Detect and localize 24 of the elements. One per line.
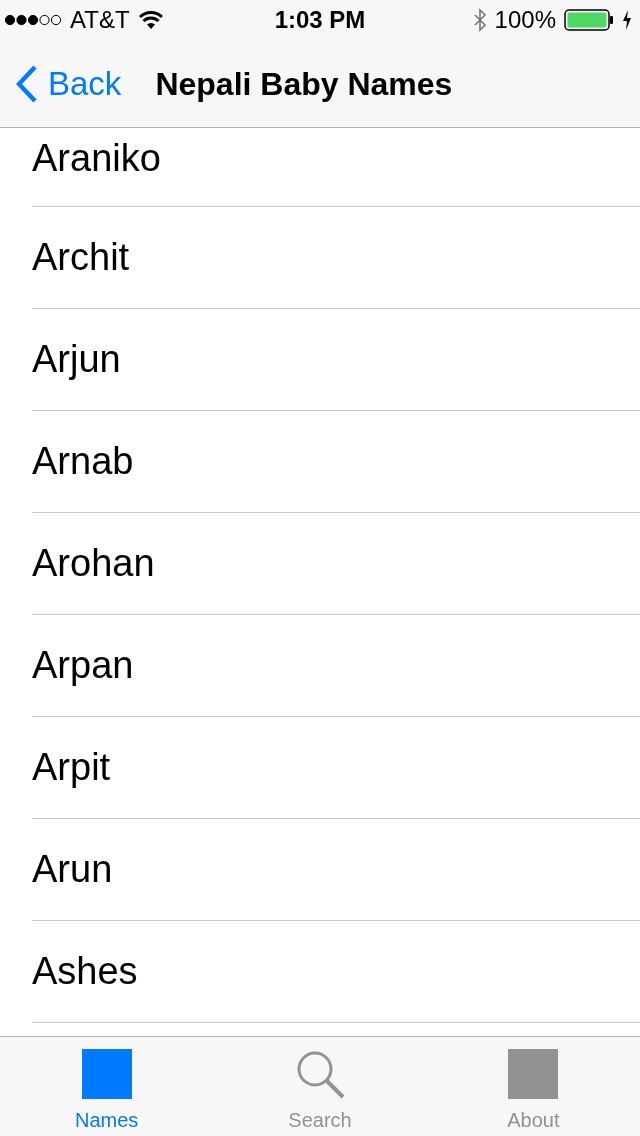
name-row[interactable]: Ashes <box>32 921 640 1023</box>
signal-icon <box>4 14 62 26</box>
name-row[interactable]: Arnab <box>32 411 640 513</box>
name-row[interactable]: Arpit <box>32 717 640 819</box>
square-icon <box>508 1049 559 1099</box>
wifi-icon <box>137 10 164 30</box>
tab-item[interactable]: Names <box>0 1037 214 1136</box>
charging-icon <box>622 10 632 30</box>
battery-percent: 100% <box>494 6 556 34</box>
bluetooth-icon <box>472 8 487 32</box>
square-icon <box>81 1049 132 1099</box>
clock-time: 1:03 PM <box>274 6 366 34</box>
name-row[interactable]: Araniko <box>32 128 640 207</box>
screen-title: Nepali Baby Names <box>155 65 453 103</box>
back-button[interactable]: Back <box>16 65 122 103</box>
name-row[interactable]: Archit <box>32 207 640 309</box>
chevron-icon <box>16 65 38 103</box>
search-icon <box>295 1049 345 1099</box>
name-row[interactable]: Arpan <box>32 615 640 717</box>
name-row[interactable]: Arohan <box>32 513 640 615</box>
battery-icon <box>564 9 614 31</box>
name-row[interactable]: Arun <box>32 819 640 921</box>
name-row[interactable]: Arjun <box>32 309 640 411</box>
carrier-name: AT&T <box>70 6 130 34</box>
